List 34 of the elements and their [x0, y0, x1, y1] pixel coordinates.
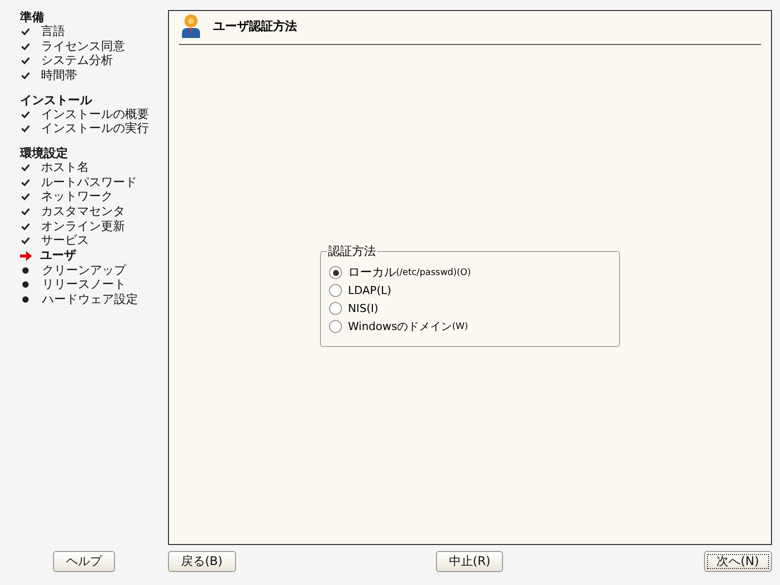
- step-label: ハードウェア設定: [42, 291, 138, 308]
- step-label: 言語: [41, 23, 65, 40]
- section-title: インストール: [20, 92, 94, 107]
- step-label: ネットワーク: [41, 188, 113, 206]
- step-label: オンライン更新: [41, 218, 125, 234]
- radio-option[interactable]: Windowsのドメイン(W): [329, 318, 611, 336]
- step-label: 時間帯: [41, 66, 77, 84]
- user-icon: [181, 14, 201, 38]
- help-button[interactable]: ヘルプ: [53, 550, 115, 572]
- step-label: インストールの実行: [41, 120, 149, 138]
- step-label: カスタマセンタ: [41, 203, 125, 220]
- step-label: システム分析: [41, 52, 113, 69]
- step-label: インストールの概要: [41, 106, 149, 122]
- radio-button[interactable]: [329, 266, 342, 279]
- section-title: 環境設定: [20, 146, 69, 160]
- step-label: リリースノート: [42, 276, 126, 293]
- radio-option[interactable]: NIS(I): [329, 300, 611, 318]
- step-label: ホスト名: [41, 159, 89, 176]
- step-label: クリーンアップ: [42, 262, 126, 279]
- step-label: ライセンス同意: [41, 38, 125, 54]
- radio-button[interactable]: [329, 284, 342, 297]
- step-label: サービス: [41, 232, 89, 249]
- radio-button[interactable]: [329, 320, 342, 333]
- step-label: ユーザ: [40, 247, 76, 264]
- radio-option[interactable]: LDAP(L): [329, 282, 611, 300]
- page-title: ユーザ認証方法: [213, 18, 297, 34]
- radio-button[interactable]: [329, 302, 342, 315]
- step-label: ルートパスワード: [41, 174, 137, 191]
- abort-button[interactable]: 中止(R): [436, 550, 504, 572]
- section-title: 準備: [20, 10, 45, 24]
- next-button[interactable]: 次へ(N): [704, 550, 772, 572]
- radio-option[interactable]: ローカル(/etc/passwd)(O): [329, 264, 611, 282]
- back-button[interactable]: 戻る(B): [168, 550, 236, 572]
- group-legend: 認証方法: [327, 242, 377, 260]
